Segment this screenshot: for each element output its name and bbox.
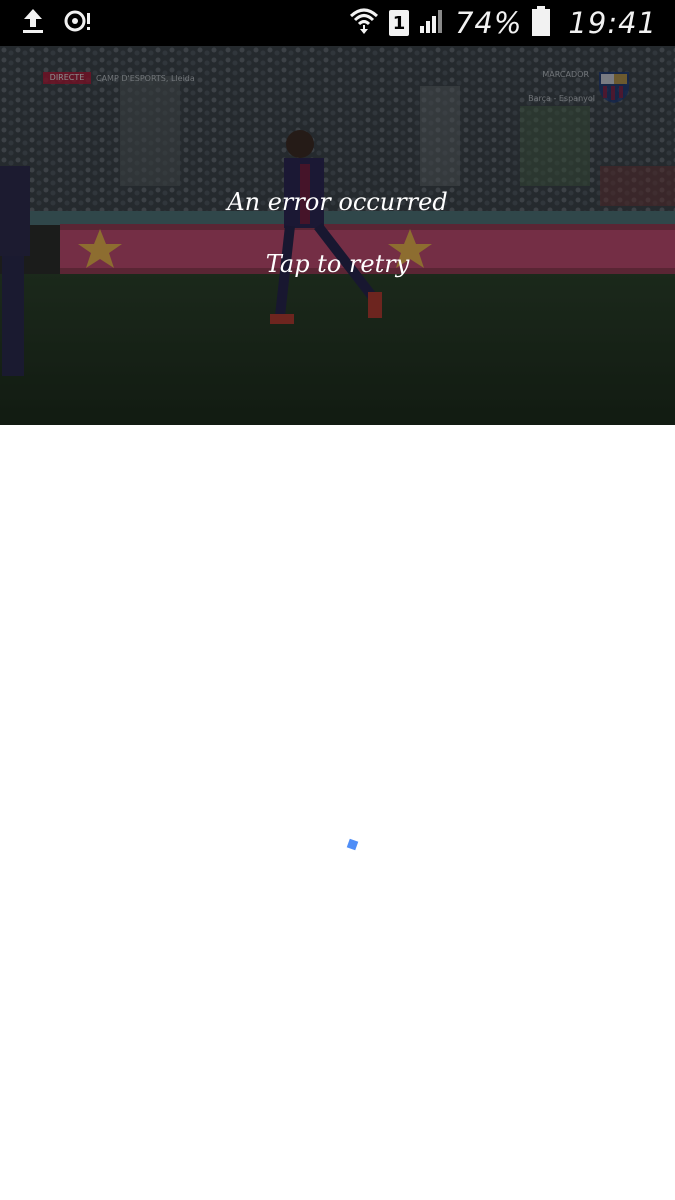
status-right-icons: 1 74% 19:41 — [349, 6, 657, 40]
video-player[interactable]: DIRECTE CAMP D'ESPORTS, Lleida MARCADOR … — [0, 46, 675, 425]
content-area — [0, 425, 675, 1200]
error-overlay — [0, 46, 675, 425]
clock: 19:41 — [568, 6, 657, 40]
battery-icon — [532, 6, 551, 40]
upload-icon — [22, 7, 44, 39]
wifi-icon — [349, 7, 379, 39]
retry-button[interactable]: Tap to retry — [0, 250, 675, 278]
status-left-icons — [22, 8, 94, 38]
battery-percentage: 74% — [454, 6, 523, 40]
error-message: An error occurred — [227, 188, 448, 216]
status-bar: 1 74% 19:41 — [0, 0, 675, 46]
sync-alert-icon — [64, 9, 94, 37]
sim-1-icon: 1 — [388, 10, 409, 36]
signal-icon — [419, 8, 445, 38]
